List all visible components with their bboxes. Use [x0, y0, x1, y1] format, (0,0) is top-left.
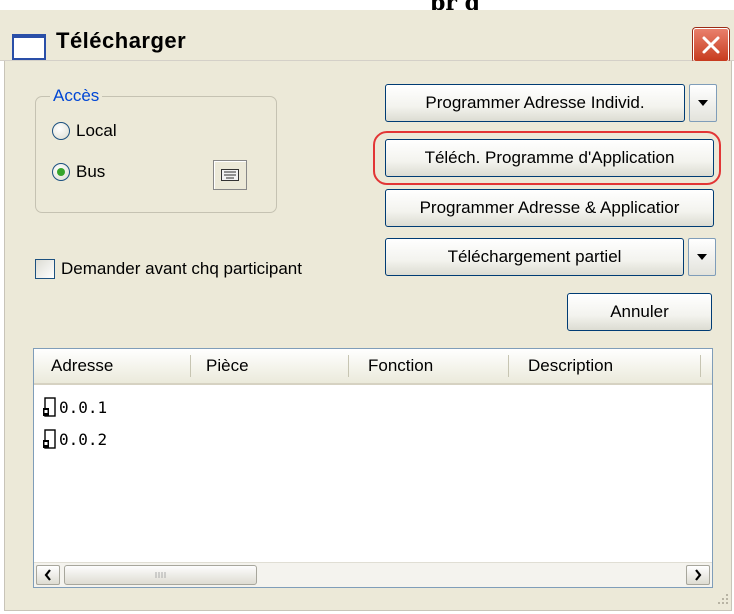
list-item[interactable]: 0.0.1 [42, 397, 107, 417]
radio-label-local: Local [76, 121, 117, 140]
scroll-thumb[interactable] [64, 565, 257, 585]
arrow-left-icon [44, 569, 51, 581]
window-title: Télécharger [56, 28, 187, 53]
radio-indicator-bus[interactable] [52, 163, 70, 181]
window-icon [12, 34, 46, 60]
download-application-button[interactable]: Téléch. Programme d'Application [385, 139, 714, 177]
arrow-right-icon [695, 569, 702, 581]
checkbox-label: Demander avant chq participant [61, 259, 302, 278]
program-individual-address-button[interactable]: Programmer Adresse Individ. [385, 84, 685, 122]
device-icon [43, 429, 56, 449]
radio-local[interactable]: Local [52, 121, 117, 141]
column-header-address[interactable]: Adresse [51, 349, 113, 383]
program-individual-dropdown-button[interactable] [689, 84, 717, 122]
ask-before-each-checkbox[interactable]: Demander avant chq participant [35, 259, 302, 279]
list-item-address: 0.0.1 [59, 397, 108, 417]
bus-settings-button[interactable] [213, 160, 247, 190]
column-header-piece[interactable]: Pièce [206, 349, 249, 383]
participants-list[interactable]: Adresse Pièce Fonction Description 0.0.1… [33, 348, 713, 588]
partial-download-dropdown-button[interactable] [688, 238, 716, 276]
list-header: Adresse Pièce Fonction Description [34, 349, 712, 385]
column-separator[interactable] [348, 355, 349, 377]
program-address-application-button[interactable]: Programmer Adresse & Applicatior [385, 189, 714, 227]
resize-grip-icon[interactable] [712, 590, 730, 608]
access-group-legend: Accès [50, 86, 103, 106]
close-icon [702, 36, 720, 54]
list-item-address: 0.0.2 [59, 429, 108, 449]
device-icon [43, 397, 56, 417]
thumb-grip-icon [155, 572, 165, 578]
top-strip: pr g [0, 0, 734, 16]
triangle-down-icon [698, 100, 708, 106]
radio-indicator-local[interactable] [52, 122, 70, 140]
column-separator[interactable] [190, 355, 191, 377]
list-item[interactable]: 0.0.2 [42, 429, 107, 449]
triangle-down-icon [697, 254, 707, 260]
scroll-right-button[interactable] [686, 565, 710, 585]
checkbox-box[interactable] [35, 259, 55, 279]
close-button[interactable] [693, 28, 729, 62]
column-header-description[interactable]: Description [528, 349, 613, 383]
column-separator[interactable] [508, 355, 509, 377]
access-groupbox [35, 96, 277, 213]
column-header-function[interactable]: Fonction [368, 349, 433, 383]
scroll-left-button[interactable] [36, 565, 60, 585]
radio-bus[interactable]: Bus [52, 162, 105, 182]
keyboard-icon [221, 169, 239, 181]
cancel-button[interactable]: Annuler [567, 293, 712, 331]
radio-label-bus: Bus [76, 162, 106, 181]
column-separator[interactable] [700, 355, 701, 377]
title-bar[interactable]: Télécharger [0, 10, 734, 62]
horizontal-scrollbar[interactable] [34, 562, 712, 587]
partial-download-button[interactable]: Téléchargement partiel [385, 238, 684, 276]
